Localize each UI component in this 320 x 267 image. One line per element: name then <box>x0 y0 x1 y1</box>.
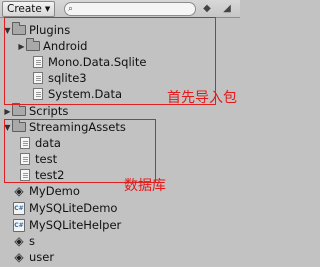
tree-item-user[interactable]: ◈ user <box>0 249 252 265</box>
csharp-script-icon: C# <box>13 218 25 232</box>
label-tag-icon: ◢ <box>223 2 231 14</box>
search-input[interactable] <box>73 4 176 14</box>
filter-by-type-button[interactable]: ◆ <box>200 1 214 15</box>
search-box[interactable]: ⌕ <box>64 2 196 16</box>
tree-item-s[interactable]: ◈ s <box>0 233 252 249</box>
create-button[interactable]: Create ▼ <box>2 1 56 17</box>
streaming-assets-highlight-box <box>4 119 156 183</box>
create-label: Create <box>7 3 42 15</box>
database-annotation: 数据库 <box>124 178 166 194</box>
tree-item-label: MyDemo <box>29 184 80 198</box>
tree-item-label: s <box>29 234 35 248</box>
unity-scene-icon: ◈ <box>14 234 24 248</box>
project-toolbar: Create ▼ ⌕ ◆ ◢ <box>0 0 240 18</box>
collapse-arrow-icon[interactable]: ▶ <box>3 107 12 116</box>
import-packages-annotation: 首先导入包 <box>167 90 237 106</box>
tree-item-label: MySQLiteHelper <box>29 218 122 232</box>
folder-icon <box>12 103 26 116</box>
tree-item-label: Scripts <box>29 104 69 118</box>
unity-scene-icon: ◈ <box>14 250 24 264</box>
unity-scene-icon: ◈ <box>14 184 24 198</box>
tree-item-mysqlitedemo[interactable]: C# MySQLiteDemo <box>0 200 253 216</box>
filter-by-label-button[interactable]: ◢ <box>220 1 234 15</box>
tree-item-label: user <box>29 250 55 264</box>
tree-item-mysqlitehelper[interactable]: C# MySQLiteHelper <box>0 217 253 233</box>
dropdown-arrow-icon: ▼ <box>44 5 51 13</box>
filter-icon: ◆ <box>203 2 211 14</box>
csharp-script-icon: C# <box>13 201 25 215</box>
tree-item-label: MySQLiteDemo <box>29 201 118 215</box>
